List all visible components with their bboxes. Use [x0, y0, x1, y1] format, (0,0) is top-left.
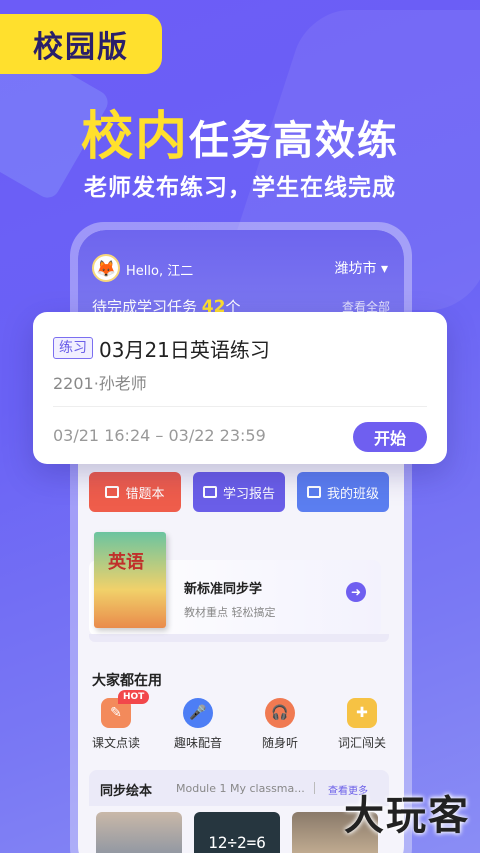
divider [314, 782, 315, 794]
cover-title: 英语 [108, 552, 144, 573]
study-report-button[interactable]: 学习报告 [193, 472, 285, 512]
tool-label: 词汇闯关 [337, 736, 386, 750]
city-label: 潍坊市 [334, 261, 377, 277]
notebook-icon [105, 486, 120, 498]
textbook-card-shadow [89, 634, 389, 642]
campus-edition-badge: 校园版 [0, 14, 162, 74]
watermark: 大玩客 [344, 793, 470, 839]
task-card[interactable]: 练习 03月21日英语练习 2201·孙老师 03/21 16:24 – 03/… [33, 312, 447, 464]
mistake-book-button[interactable]: 错题本 [89, 472, 181, 512]
chalkboard-text: 12÷2=6 [208, 832, 266, 852]
microphone-icon: 🎤 [183, 698, 213, 728]
task-class-teacher: 2201·孙老师 [53, 374, 147, 393]
task-time-range: 03/21 16:24 – 03/22 23:59 [53, 426, 266, 445]
city-selector[interactable]: 潍坊市 ▾ [335, 258, 388, 278]
tool-dubbing[interactable]: 🎤 趣味配音 [168, 698, 228, 751]
start-button[interactable]: 开始 [353, 422, 427, 452]
tool-vocabulary[interactable]: ✚ 词汇闯关 [332, 698, 392, 751]
textbook-subtitle: 教材重点 轻松搞定 [184, 606, 276, 619]
picture-books-module: Module 1 My classma... [176, 782, 304, 795]
task-type-tag: 练习 [53, 337, 93, 359]
my-class-button[interactable]: 我的班级 [297, 472, 389, 512]
tool-label: 随身听 [261, 736, 298, 750]
chevron-down-icon: ▾ [376, 261, 388, 277]
headline-highlight: 校内 [80, 107, 189, 167]
headline-rest: 任务高效练 [189, 118, 399, 164]
arrow-right-icon[interactable]: ➜ [346, 582, 366, 602]
tool-label: 课文点读 [91, 736, 140, 750]
subheadline: 老师发布练习，学生在线完成 [84, 175, 396, 201]
avatar[interactable]: 🦊 [92, 254, 120, 282]
mistake-book-label: 错题本 [125, 486, 165, 502]
study-report-label: 学习报告 [222, 486, 275, 502]
screen-header: 🦊 Hello, 江二 潍坊市 ▾ 待完成学习任务 42个 查看全部 [78, 230, 404, 320]
popular-section-title: 大家都在用 [92, 673, 162, 689]
greeting: Hello, 江二 [126, 264, 194, 279]
tool-label: 趣味配音 [173, 736, 222, 750]
hot-badge: HOT [118, 690, 150, 704]
task-title: 03月21日英语练习 [99, 338, 270, 362]
report-icon [202, 486, 217, 498]
headphones-icon: 🎧 [265, 698, 295, 728]
picture-book-thumbnail[interactable] [96, 812, 182, 853]
divider [53, 406, 427, 407]
tool-text-reading[interactable]: ✎ 课文点读 [86, 698, 146, 751]
class-icon [306, 486, 321, 498]
textbook-title: 新标准同步学 [184, 582, 263, 597]
tool-listening[interactable]: 🎧 随身听 [250, 698, 310, 751]
my-class-label: 我的班级 [326, 486, 379, 502]
picture-book-thumbnail[interactable]: 12÷2=6 [194, 812, 280, 853]
gamepad-icon: ✚ [347, 698, 377, 728]
textbook-cover[interactable]: 英语 [94, 532, 166, 628]
picture-books-title: 同步绘本 [100, 784, 153, 799]
headline: 校内任务高效练 [0, 94, 480, 169]
